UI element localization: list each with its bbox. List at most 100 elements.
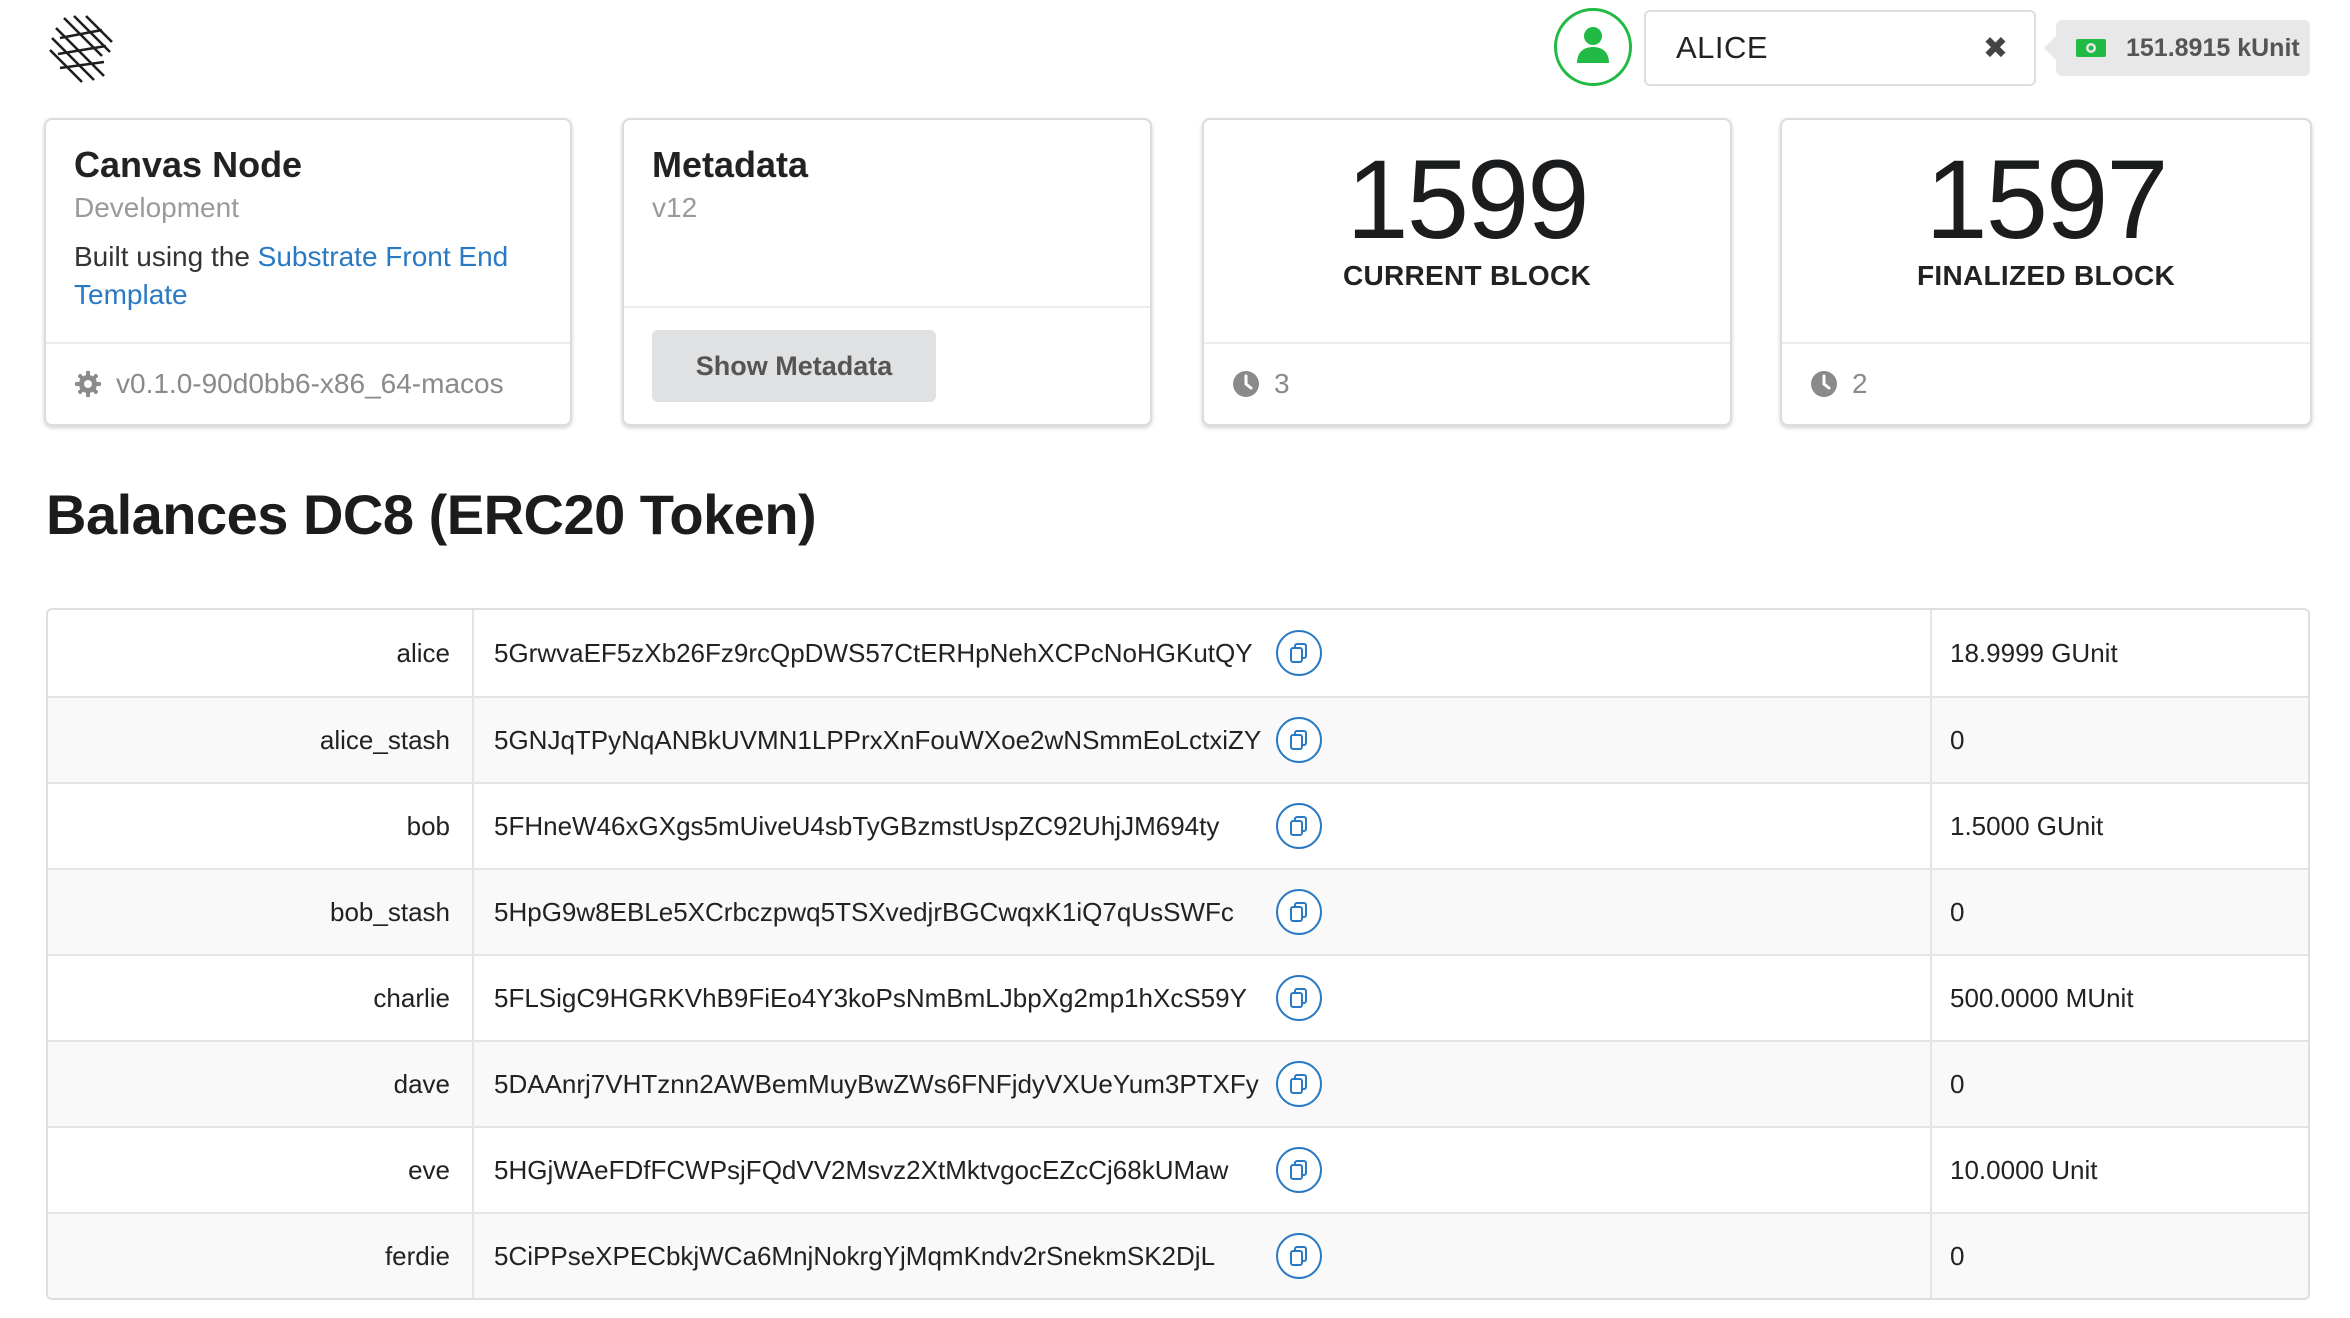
copy-address-button[interactable] xyxy=(1276,630,1322,676)
account-balance-cell: 10.0000 Unit xyxy=(1932,1128,2308,1212)
table-row: bob 5FHneW46xGXgs5mUiveU4sbTyGBzmstUspZC9… xyxy=(48,782,2308,868)
clock-icon xyxy=(1232,370,1260,398)
copy-icon xyxy=(1287,641,1311,665)
account-balance-cell: 0 xyxy=(1932,870,2308,954)
table-row: eve 5HGjWAeFDfFCWPsjFQdVV2Msvz2XtMktvgocE… xyxy=(48,1126,2308,1212)
node-chain: Development xyxy=(74,192,239,223)
gear-icon xyxy=(74,370,102,398)
account-address: 5GNJqTPyNqANBkUVMN1LPPrxXnFouWXoe2wNSmmE… xyxy=(494,724,1262,755)
node-description-text: Built using the xyxy=(74,241,258,272)
account-name: alice xyxy=(396,637,450,668)
account-address-cell: 5GNJqTPyNqANBkUVMN1LPPrxXnFouWXoe2wNSmmE… xyxy=(474,698,1932,782)
account-address: 5CiPPseXPECbkjWCa6MnjNokrgYjMqmKndv2rSne… xyxy=(494,1240,1216,1271)
table-row: ferdie 5CiPPseXPECbkjWCa6MnjNokrgYjMqmKnd… xyxy=(48,1212,2308,1298)
account-balance-cell: 18.9999 GUnit xyxy=(1932,610,2308,696)
clock-icon xyxy=(1810,370,1838,398)
finalized-block-timer: 2 xyxy=(1852,368,1868,399)
copy-address-button[interactable] xyxy=(1276,803,1322,849)
metadata-card: Metadata v12 Show Metadata xyxy=(622,118,1152,426)
account-address: 5HpG9w8EBLe5XCrbczpwq5TSXvedjrBGCwqxK1iQ… xyxy=(494,896,1234,927)
copy-address-button[interactable] xyxy=(1276,1147,1322,1193)
account-balance: 0 xyxy=(1950,896,1965,927)
copy-address-button[interactable] xyxy=(1276,975,1322,1021)
current-block-value: 1599 xyxy=(1346,137,1589,262)
account-address: 5FHneW46xGXgs5mUiveU4sbTyGBzmstUspZC92Uh… xyxy=(494,810,1220,841)
balances-table: alice 5GrwvaEF5zXb26Fz9rcQpDWS57CtERHpNeh… xyxy=(46,608,2310,1300)
account-balance: 10.0000 Unit xyxy=(1950,1154,2098,1185)
app-page: ALICE ✖ 151.8915 kUnit Canvas Node Devel… xyxy=(0,0,2350,1318)
copy-icon xyxy=(1287,814,1311,838)
copy-icon xyxy=(1287,728,1311,752)
balances-title: Balances DC8 (ERC20 Token) xyxy=(46,483,817,546)
account-name: bob_stash xyxy=(330,896,450,927)
table-row: bob_stash 5HpG9w8EBLe5XCrbczpwq5TSXvedjrB… xyxy=(48,868,2308,954)
account-name: dave xyxy=(393,1068,450,1099)
account-balance: 18.9999 GUnit xyxy=(1950,637,2118,668)
copy-address-button[interactable] xyxy=(1276,717,1322,763)
table-row: charlie 5FLSigC9HGRKVhB9FiEo4Y3koPsNmBmLJ… xyxy=(48,954,2308,1040)
node-name: Canvas Node xyxy=(74,144,303,185)
account-name-cell: charlie xyxy=(48,956,474,1040)
account-balance-cell: 0 xyxy=(1932,1214,2308,1298)
current-block-label: CURRENT BLOCK xyxy=(1342,260,1592,291)
account-balance: 0 xyxy=(1950,1068,1965,1099)
copy-icon xyxy=(1287,900,1311,924)
account-address: 5HGjWAeFDfFCWPsjFQdVV2Msvz2XtMktvgocEZcC… xyxy=(494,1154,1229,1185)
account-address: 5FLSigC9HGRKVhB9FiEo4Y3koPsNmBmLJbpXg2mp… xyxy=(494,982,1247,1013)
account-name-cell: bob xyxy=(48,784,474,868)
account-name-cell: bob_stash xyxy=(48,870,474,954)
account-selector-value: ALICE xyxy=(1676,30,1769,65)
account-balance: 500.0000 MUnit xyxy=(1950,982,2134,1013)
metadata-version: v12 xyxy=(652,192,698,223)
user-icon xyxy=(1575,25,1611,70)
account-name-cell: alice_stash xyxy=(48,698,474,782)
copy-address-button[interactable] xyxy=(1276,1061,1322,1107)
copy-address-button[interactable] xyxy=(1276,889,1322,935)
account-balance-cell: 0 xyxy=(1932,698,2308,782)
account-address-cell: 5HGjWAeFDfFCWPsjFQdVV2Msvz2XtMktvgocEZcC… xyxy=(474,1128,1932,1212)
copy-address-button[interactable] xyxy=(1276,1233,1322,1279)
account-address-cell: 5FLSigC9HGRKVhB9FiEo4Y3koPsNmBmLJbpXg2mp… xyxy=(474,956,1932,1040)
account-balance-label: 151.8915 kUnit xyxy=(2044,20,2310,76)
account-name-cell: dave xyxy=(48,1042,474,1126)
account-address-cell: 5FHneW46xGXgs5mUiveU4sbTyGBzmstUspZC92Uh… xyxy=(474,784,1932,868)
account-balance: 0 xyxy=(1950,724,1965,755)
show-metadata-button[interactable]: Show Metadata xyxy=(652,330,936,402)
finalized-block-label: FINALIZED BLOCK xyxy=(1916,260,2176,291)
account-name: charlie xyxy=(373,982,450,1013)
account-balance-cell: 0 xyxy=(1932,1042,2308,1126)
account-avatar-button[interactable] xyxy=(1554,8,1632,86)
account-name: ferdie xyxy=(384,1240,450,1271)
account-balance-cell: 1.5000 GUnit xyxy=(1932,784,2308,868)
account-address: 5GrwvaEF5zXb26Fz9rcQpDWS57CtERHpNehXCPcN… xyxy=(494,637,1253,668)
substrate-logo-icon xyxy=(42,8,122,88)
account-name: eve xyxy=(408,1154,450,1185)
current-block-timer: 3 xyxy=(1274,368,1290,399)
table-row: alice_stash 5GNJqTPyNqANBkUVMN1LPPrxXnFou… xyxy=(48,696,2308,782)
node-description: Built using the Substrate Front End Temp… xyxy=(74,238,542,314)
account-balance-cell: 500.0000 MUnit xyxy=(1932,956,2308,1040)
account-address: 5DAAnrj7VHTznn2AWBemMuyBwZWs6FNFjdyVXUeY… xyxy=(494,1068,1259,1099)
account-name: alice_stash xyxy=(319,724,450,755)
finalized-block-card: 1597 FINALIZED BLOCK 2 xyxy=(1780,118,2312,426)
table-row: alice 5GrwvaEF5zXb26Fz9rcQpDWS57CtERHpNeh… xyxy=(48,610,2308,696)
table-row: dave 5DAAnrj7VHTznn2AWBemMuyBwZWs6FNFjdyV… xyxy=(48,1040,2308,1126)
node-version: v0.1.0-90d0bb6-x86_64-macos xyxy=(116,368,504,399)
account-name: bob xyxy=(406,810,450,841)
node-info-card: Canvas Node Development Built using the … xyxy=(44,118,572,426)
copy-icon xyxy=(1287,986,1311,1010)
account-balance: 1.5000 GUnit xyxy=(1950,810,2104,841)
account-name-cell: eve xyxy=(48,1128,474,1212)
metadata-title: Metadata xyxy=(652,144,809,185)
account-name-cell: alice xyxy=(48,610,474,696)
account-address-cell: 5GrwvaEF5zXb26Fz9rcQpDWS57CtERHpNehXCPcN… xyxy=(474,610,1932,696)
account-balance: 0 xyxy=(1950,1240,1965,1271)
close-icon[interactable]: ✖ xyxy=(1983,31,2008,66)
account-selector[interactable]: ALICE ✖ xyxy=(1644,10,2036,86)
copy-icon xyxy=(1287,1158,1311,1182)
account-address-cell: 5HpG9w8EBLe5XCrbczpwq5TSXvedjrBGCwqxK1iQ… xyxy=(474,870,1932,954)
copy-icon xyxy=(1287,1072,1311,1096)
money-icon xyxy=(2076,39,2106,57)
account-name-cell: ferdie xyxy=(48,1214,474,1298)
account-balance-value: 151.8915 kUnit xyxy=(2126,33,2300,62)
